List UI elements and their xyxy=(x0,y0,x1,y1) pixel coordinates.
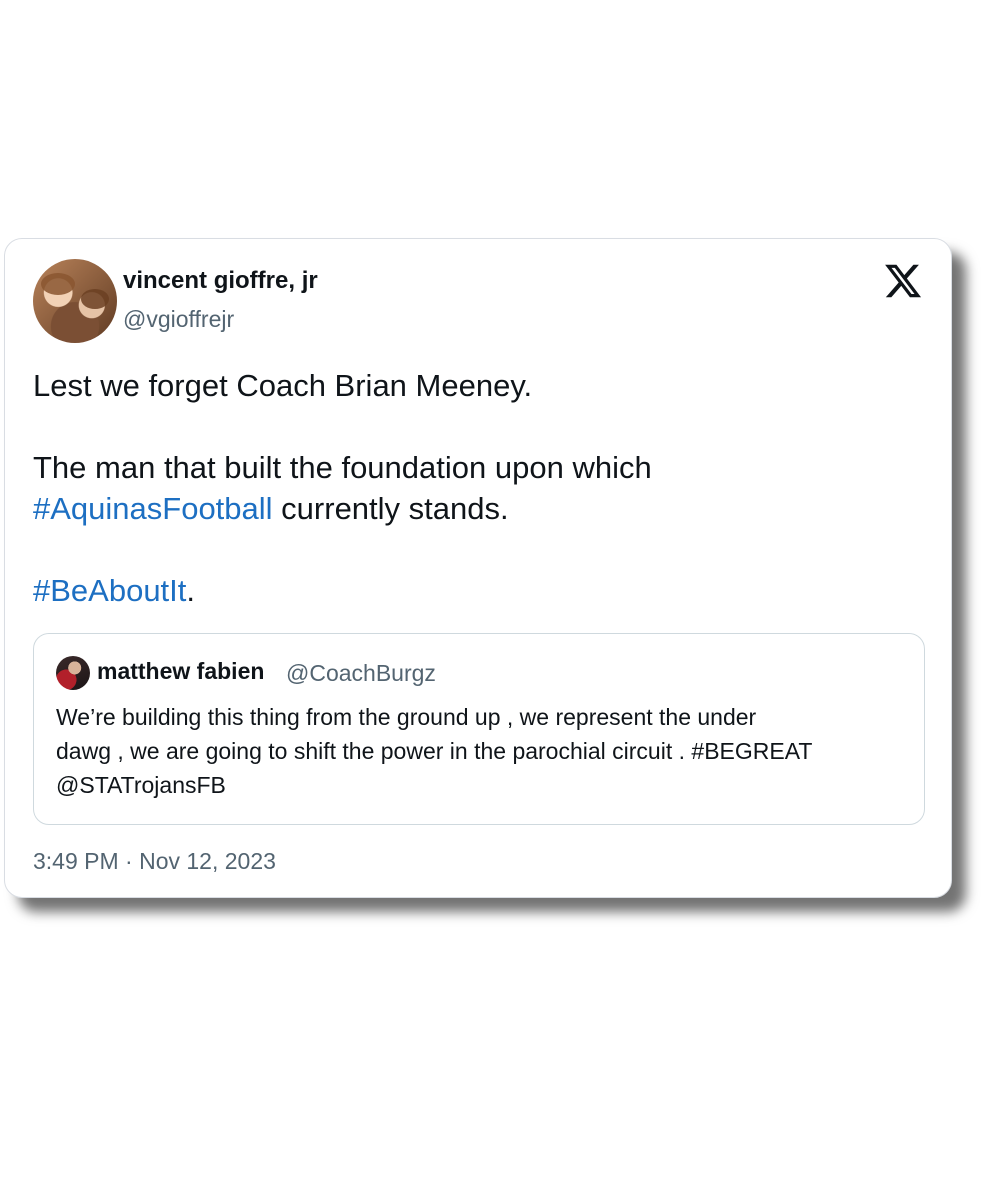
quoted-text-line: @STATrojansFB xyxy=(56,772,226,798)
tweet-text-line: Lest we forget Coach Brian Meeney. xyxy=(33,368,533,403)
author-avatar[interactable] xyxy=(33,259,117,343)
hashtag-link[interactable]: #AquinasFootball xyxy=(33,491,273,526)
author-display-name[interactable]: vincent gioffre, jr xyxy=(123,267,318,295)
tweet-text-fragment: currently stands. xyxy=(272,491,509,526)
tweet-body: Lest we forget Coach Brian Meeney. The m… xyxy=(33,365,913,611)
avatar-detail xyxy=(81,289,109,309)
quoted-author-handle[interactable]: @CoachBurgz xyxy=(286,660,436,687)
avatar-detail xyxy=(41,273,75,295)
tweet-text-fragment: . xyxy=(186,573,196,608)
tweet-text-line: The man that built the foundation upon w… xyxy=(33,450,652,485)
quoted-author-display-name[interactable]: matthew fabien xyxy=(97,658,264,685)
author-handle[interactable]: @vgioffrejr xyxy=(123,306,234,333)
x-logo-icon[interactable] xyxy=(883,261,923,301)
quoted-tweet[interactable]: matthew fabien @CoachBurgz We’re buildin… xyxy=(33,633,925,825)
quoted-author-avatar[interactable] xyxy=(56,656,90,690)
quoted-text-line: We’re building this thing from the groun… xyxy=(56,704,757,730)
tweet-text-line: #AquinasFootball currently stands. xyxy=(33,488,913,529)
tweet-card[interactable]: vincent gioffre, jr @vgioffrejr Lest we … xyxy=(4,238,952,898)
tweet-timestamp[interactable]: 3:49 PM · Nov 12, 2023 xyxy=(33,848,276,875)
hashtag-link[interactable]: #BeAboutIt xyxy=(33,573,186,608)
tweet-text-line: #BeAboutIt. xyxy=(33,570,913,611)
quoted-tweet-body: We’re building this thing from the groun… xyxy=(56,700,916,802)
quoted-text-line: dawg , we are going to shift the power i… xyxy=(56,738,813,764)
screenshot-canvas: vincent gioffre, jr @vgioffrejr Lest we … xyxy=(0,0,996,1177)
